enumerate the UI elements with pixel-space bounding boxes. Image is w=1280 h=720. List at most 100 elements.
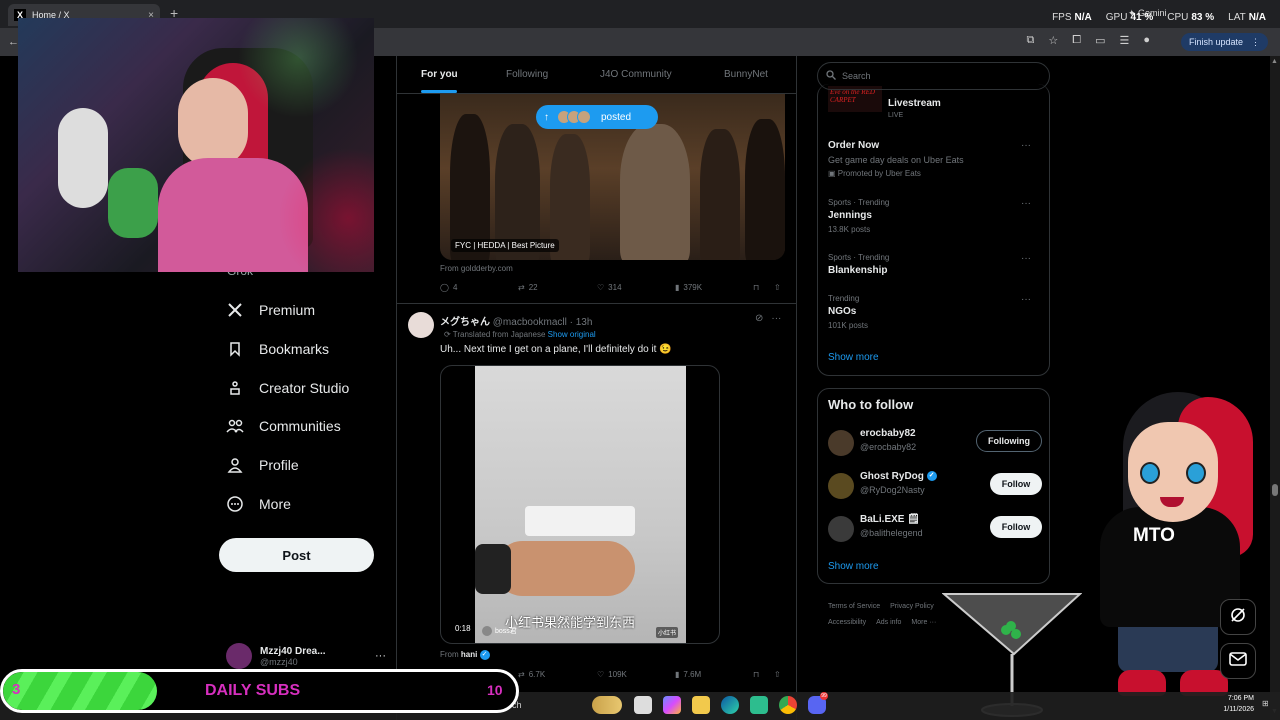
reading-list-icon[interactable]: ☰ — [1119, 34, 1129, 47]
trends-show-more-link[interactable]: Show more — [828, 352, 879, 363]
taskbar-clock[interactable]: 7:06 PM 1/11/2026 — [1212, 693, 1254, 715]
follow-suggestion[interactable]: erocbaby82 @erocbaby82 Following — [828, 428, 1042, 460]
follow-button[interactable]: Follow — [990, 516, 1042, 538]
trend-title: Jennings — [828, 210, 872, 221]
footer-link[interactable]: Ads info — [876, 619, 901, 626]
extensions-icon[interactable]: ⧠ — [1072, 34, 1081, 47]
arrow-up-icon: ↑ — [544, 111, 549, 123]
author-name[interactable]: メグちゃん — [440, 317, 490, 328]
author-handle[interactable]: @macbookmacll — [493, 317, 567, 328]
screen-share-icon[interactable]: ⧉ — [1027, 34, 1035, 47]
retweet-button[interactable]: ⇄ 22 — [518, 283, 538, 292]
sidebar-item-profile[interactable]: Profile — [225, 450, 299, 480]
more-circle-icon — [225, 494, 245, 514]
finish-update-button[interactable]: Finish update ⋮ — [1180, 33, 1268, 51]
trend-item[interactable]: Trending NGOs 101K posts ··· — [828, 294, 1043, 330]
more-icon[interactable]: ··· — [1021, 198, 1031, 209]
retweet-button[interactable]: ⇄ 6.7K — [518, 670, 545, 679]
promoted-label: ▣ Promoted by Uber Eats — [828, 169, 921, 178]
bookmark-button[interactable]: ⊓ — [753, 283, 759, 292]
like-button[interactable]: ♡ 109K — [597, 670, 627, 679]
grok-icon — [1229, 606, 1247, 629]
tweet-source[interactable]: From goldderby.com — [440, 264, 513, 273]
sidebar-item-label: Premium — [259, 302, 316, 318]
post-button[interactable]: Post — [219, 538, 374, 572]
trend-item[interactable]: Order Now Get game day deals on Uber Eat… — [828, 140, 1043, 178]
tab-for-you[interactable]: For you — [421, 69, 458, 80]
trend-count: 13.8K posts — [828, 225, 871, 234]
views-button[interactable]: ▮ 379K — [675, 283, 702, 292]
tab-bunnynet[interactable]: BunnyNet — [724, 69, 768, 80]
tweet-time[interactable]: · 13h — [570, 317, 593, 328]
search-input[interactable]: Search — [817, 62, 1050, 90]
subs-goal: 10 — [487, 682, 503, 698]
webcam-overlay — [18, 18, 374, 272]
trend-item[interactable]: Sports · Trending Jennings 13.8K posts ·… — [828, 198, 1043, 234]
messages-float-button[interactable] — [1220, 643, 1256, 679]
subs-current: 3 — [12, 681, 21, 698]
account-name: Mzzj40 Drea... — [260, 645, 326, 657]
tab-search-icon[interactable]: ▭ — [1095, 34, 1105, 47]
sidebar-item-communities[interactable]: Communities — [225, 411, 341, 441]
copilot-icon[interactable] — [663, 696, 681, 714]
tweet-video[interactable] — [440, 365, 720, 644]
tweet-header-actions: ⊘ ··· — [755, 313, 781, 324]
account-switcher[interactable]: Mzzj40 Drea... @mzzj40 ··· — [226, 643, 386, 669]
taskbar-widget-icon[interactable] — [592, 696, 622, 714]
more-icon[interactable]: ··· — [1021, 294, 1031, 305]
account-more-icon[interactable]: ··· — [375, 650, 386, 662]
suggestion-name: BaLi.EXE 🗒 — [860, 514, 920, 525]
tweet-source[interactable]: From hani ✓ — [440, 650, 490, 660]
scroll-up-icon[interactable]: ▲ — [1271, 58, 1278, 65]
trend-item[interactable]: Sports · Trending Blankenship ··· — [828, 253, 1043, 276]
mail-icon — [1229, 651, 1247, 671]
sidebar-item-bookmarks[interactable]: Bookmarks — [225, 334, 329, 364]
more-icon[interactable]: ··· — [771, 313, 781, 324]
share-button[interactable]: ⇧ — [774, 283, 781, 292]
chrome-icon[interactable] — [779, 696, 797, 714]
bookmark-icon: ⊓ — [753, 670, 760, 679]
footer-link[interactable]: Terms of Service — [828, 603, 880, 610]
avatar[interactable] — [408, 312, 434, 338]
grok-float-button[interactable] — [1220, 599, 1256, 635]
menu-dots-icon: ⋮ — [1251, 36, 1260, 47]
scrollbar-thumb[interactable] — [1272, 484, 1278, 496]
notifications-icon[interactable]: ⊞ — [1262, 699, 1269, 708]
tweet-actions: ◯ 4 ⇄ 22 ♡ 314 ▮ 379K ⊓ ⇧ — [440, 283, 785, 297]
footer-link[interactable]: Privacy Policy — [890, 603, 934, 610]
follow-button[interactable]: Follow — [990, 473, 1042, 495]
bookmark-button[interactable]: ⊓ — [753, 670, 759, 679]
share-button[interactable]: ⇧ — [774, 670, 781, 679]
bookmark-star-icon[interactable]: ☆ — [1048, 34, 1058, 47]
edge-icon[interactable] — [721, 696, 739, 714]
who-to-follow-show-more-link[interactable]: Show more — [828, 561, 879, 572]
sidebar-item-premium[interactable]: Premium — [225, 295, 315, 325]
more-icon[interactable]: ··· — [1021, 253, 1031, 264]
more-icon[interactable]: ··· — [1021, 140, 1031, 151]
footer-link[interactable]: More ··· — [911, 619, 936, 626]
trend-context: Trending — [828, 294, 860, 303]
sidebar-item-more[interactable]: More — [225, 489, 291, 519]
reply-button[interactable]: ◯ 4 — [440, 283, 457, 292]
file-explorer-icon[interactable] — [692, 696, 710, 714]
tab-following[interactable]: Following — [506, 69, 548, 80]
like-button[interactable]: ♡ 314 — [597, 283, 622, 292]
views-icon: ▮ — [675, 670, 680, 679]
scrollbar[interactable] — [1270, 56, 1280, 720]
grok-icon[interactable]: ⊘ — [755, 313, 763, 324]
profile-avatar-icon[interactable]: ● — [1143, 34, 1150, 47]
footer-link[interactable]: Accessibility — [828, 619, 866, 626]
follow-suggestion[interactable]: BaLi.EXE 🗒 @balithelegend Follow — [828, 514, 1042, 546]
new-posts-pill[interactable]: ↑ posted — [536, 105, 658, 129]
views-button[interactable]: ▮ 7.6M — [675, 670, 701, 679]
video-frame — [475, 366, 686, 643]
sidebar-item-creator-studio[interactable]: Creator Studio — [225, 373, 349, 403]
follow-suggestion[interactable]: Ghost RyDog ✓ @RyDog2Nasty Follow — [828, 471, 1042, 503]
task-view-icon[interactable] — [634, 696, 652, 714]
livestream-title[interactable]: Livestream — [888, 98, 941, 109]
show-original-link[interactable]: Show original — [548, 330, 596, 339]
app-icon[interactable] — [750, 696, 768, 714]
following-button[interactable]: Following — [976, 430, 1042, 452]
active-tab-indicator — [421, 90, 457, 93]
tab-j4o-community[interactable]: J4O Community — [600, 69, 672, 80]
